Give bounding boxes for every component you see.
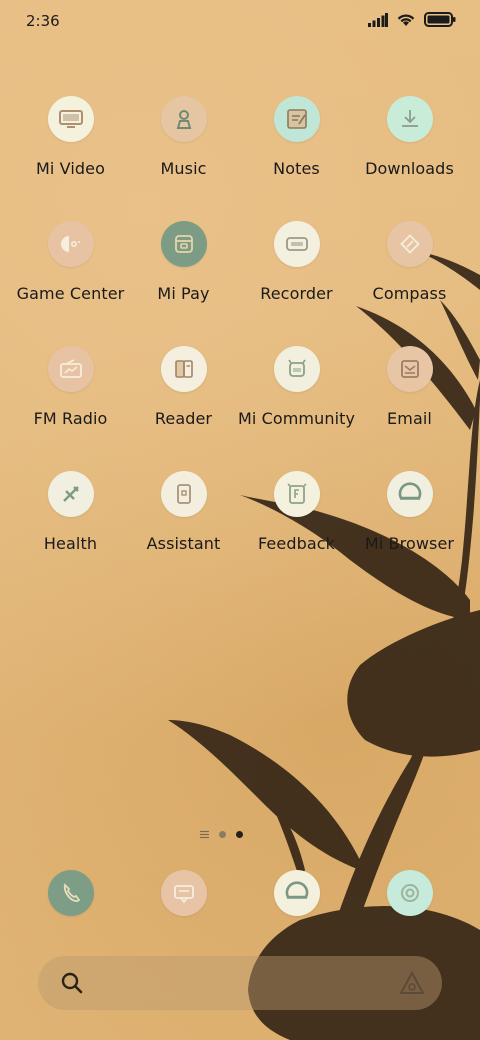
app-mi-pay[interactable]: Mi Pay <box>127 221 240 346</box>
browser-icon <box>386 471 433 517</box>
app-fm-radio[interactable]: FM Radio <box>14 346 127 471</box>
app-row: Health Assistant Feedback Mi Browser <box>14 471 466 596</box>
app-row: Mi Video Music Notes Downloads <box>14 96 466 221</box>
app-email[interactable]: Email <box>353 346 466 471</box>
app-label: Assistant <box>146 534 221 553</box>
app-label: Email <box>387 409 432 428</box>
page-indicator[interactable] <box>200 830 243 839</box>
app-music[interactable]: Music <box>127 96 240 221</box>
menu-lines-icon <box>200 830 209 839</box>
app-downloads[interactable]: Downloads <box>353 96 466 221</box>
app-label: Mi Video <box>36 159 105 178</box>
page-dot[interactable] <box>219 831 226 838</box>
camera-icon <box>386 870 433 916</box>
app-health[interactable]: Health <box>14 471 127 596</box>
community-icon <box>273 346 320 392</box>
gamepad-icon <box>47 221 94 267</box>
health-icon <box>47 471 94 517</box>
wifi-icon <box>397 14 415 26</box>
search-icon <box>61 972 83 994</box>
phone-icon <box>47 870 94 916</box>
app-label: FM Radio <box>33 409 108 428</box>
dock-phone[interactable] <box>14 870 127 916</box>
app-mi-browser[interactable]: Mi Browser <box>353 471 466 596</box>
app-label: Game Center <box>16 284 125 303</box>
dock-browser[interactable] <box>240 870 353 916</box>
app-row: Game Center Mi Pay Recorder Compass <box>14 221 466 346</box>
app-label: Compass <box>372 284 447 303</box>
page-dot-active[interactable] <box>236 831 243 838</box>
app-reader[interactable]: Reader <box>127 346 240 471</box>
app-label: Recorder <box>260 284 333 303</box>
app-label: Music <box>160 159 207 178</box>
app-label: Mi Browser <box>364 534 455 553</box>
dock <box>14 870 466 916</box>
notes-icon <box>273 96 320 142</box>
app-feedback[interactable]: Feedback <box>240 471 353 596</box>
dock-messages[interactable] <box>127 870 240 916</box>
music-icon <box>160 96 207 142</box>
tv-icon <box>47 96 94 142</box>
radio-icon <box>47 346 94 392</box>
wallet-icon <box>160 221 207 267</box>
app-row: FM Radio Reader Mi Community Email <box>14 346 466 471</box>
assistant-triangle-icon[interactable] <box>398 969 426 997</box>
book-icon <box>160 346 207 392</box>
app-label: Feedback <box>258 534 335 553</box>
status-time: 2:36 <box>26 12 60 30</box>
app-label: Downloads <box>365 159 454 178</box>
app-label: Reader <box>154 409 213 428</box>
cellular-signal-icon <box>368 12 388 27</box>
assistant-icon <box>160 471 207 517</box>
app-label: Notes <box>273 159 320 178</box>
app-assistant[interactable]: Assistant <box>127 471 240 596</box>
app-mi-community[interactable]: Mi Community <box>237 346 356 471</box>
app-mi-video[interactable]: Mi Video <box>14 96 127 221</box>
recorder-icon <box>273 221 320 267</box>
browser-icon <box>273 870 320 916</box>
app-label: Mi Community <box>237 409 356 428</box>
compass-icon <box>386 221 433 267</box>
download-icon <box>386 96 433 142</box>
app-grid: Mi Video Music Notes Downloads Game Cent… <box>14 96 466 596</box>
app-notes[interactable]: Notes <box>240 96 353 221</box>
app-label: Health <box>43 534 98 553</box>
email-icon <box>386 346 433 392</box>
app-recorder[interactable]: Recorder <box>240 221 353 346</box>
messages-icon <box>160 870 207 916</box>
feedback-icon <box>273 471 320 517</box>
status-bar: 2:36 <box>0 0 480 42</box>
battery-icon <box>424 12 456 27</box>
app-compass[interactable]: Compass <box>353 221 466 346</box>
dock-camera[interactable] <box>353 870 466 916</box>
search-bar[interactable] <box>38 956 442 1010</box>
app-label: Mi Pay <box>157 284 210 303</box>
app-game-center[interactable]: Game Center <box>14 221 127 346</box>
